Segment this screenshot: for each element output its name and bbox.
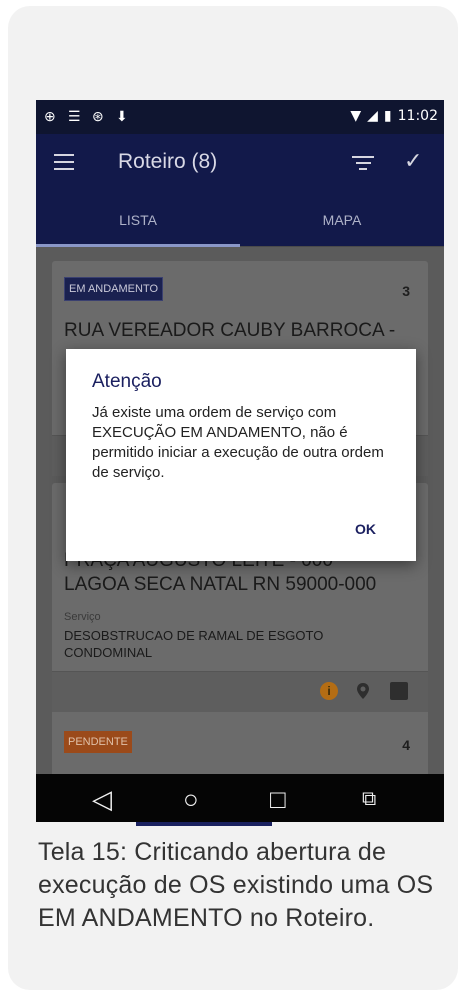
tab-mapa[interactable]: MAPA	[240, 212, 444, 228]
order-number: 3	[402, 283, 410, 299]
order-address-line2: LAGOA SECA NATAL RN 59000-000	[64, 574, 377, 595]
info-icon[interactable]: i	[320, 682, 338, 700]
screen-cast-icon[interactable]: ⧉	[362, 788, 376, 811]
home-icon[interactable]: ○	[183, 784, 199, 815]
status-badge: PENDENTE	[64, 731, 132, 753]
page-title: Roteiro (8)	[118, 150, 218, 173]
check-icon[interactable]: ✓	[404, 148, 422, 174]
status-badge: EM ANDAMENTO	[64, 277, 164, 301]
order-number: 4	[402, 737, 410, 753]
dialog-message: Já existe uma ordem de serviço com EXECU…	[92, 404, 384, 481]
image-icon[interactable]	[390, 682, 408, 700]
signal-icon: ◢	[367, 108, 378, 124]
service-value-line2: CONDOMINAL	[64, 645, 153, 660]
service-label: Serviço	[64, 611, 101, 623]
ok-button[interactable]: OK	[355, 521, 376, 537]
order-address: RUA VEREADOR CAUBY BARROCA -	[64, 320, 396, 341]
clock-text: 11:02	[397, 108, 438, 124]
wifi-icon: ▼	[350, 108, 362, 124]
tab-bar: LISTA MAPA	[36, 194, 444, 246]
system-status: ▼ ◢ ▮ 11:02	[350, 108, 438, 124]
status-bar: ⊕ ☰ ⊛ ⬇ ▼ ◢ ▮ 11:02	[36, 100, 444, 134]
progress-indicator	[136, 822, 272, 826]
back-icon[interactable]: ◁	[92, 784, 112, 815]
figure-caption: Tela 15: Criticando abertura de execução…	[38, 838, 434, 932]
navigation-bar: ◁ ○ □ ⧉	[36, 774, 444, 822]
notification-icon: ⬇	[116, 108, 128, 124]
battery-icon: ▮	[383, 108, 392, 124]
notification-icon: ⊕	[44, 108, 56, 124]
location-pin-icon[interactable]	[354, 682, 372, 700]
notification-icon: ☰	[68, 108, 81, 124]
menu-icon[interactable]	[54, 154, 74, 172]
order-actions-row: i	[52, 671, 428, 712]
app-bar: Roteiro (8) ✓	[36, 134, 444, 194]
dialog-title: Atenção	[92, 371, 162, 392]
notification-icons: ⊕ ☰ ⊛ ⬇	[44, 108, 132, 124]
tab-lista[interactable]: LISTA	[36, 212, 240, 228]
notification-icon: ⊛	[92, 108, 104, 124]
filter-icon[interactable]	[352, 156, 374, 172]
service-value-line1: DESOBSTRUCAO DE RAMAL DE ESGOTO	[64, 628, 324, 643]
recents-icon[interactable]: □	[270, 784, 286, 815]
alert-dialog: Atenção Já existe uma ordem de serviço c…	[66, 349, 416, 561]
